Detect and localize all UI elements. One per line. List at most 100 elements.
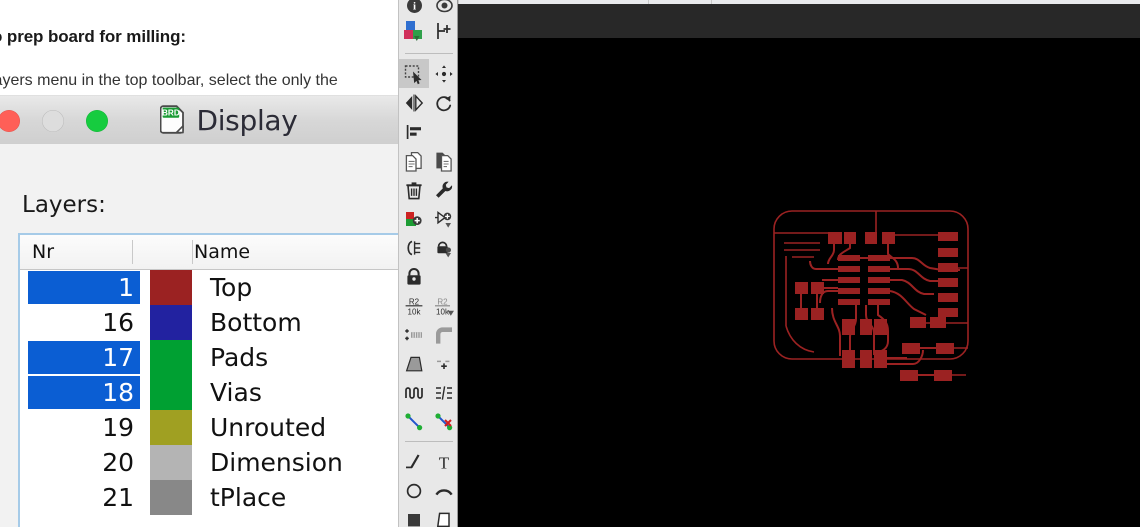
tool-package-lock[interactable] (429, 233, 459, 262)
tool-empty-2 (429, 262, 459, 291)
tool-row-ratsnest (399, 233, 459, 262)
tool-lock[interactable] (399, 262, 429, 291)
svg-text:10k: 10k (436, 307, 450, 316)
layer-number[interactable]: 20 (28, 446, 140, 479)
layer-number[interactable]: 19 (28, 411, 140, 444)
tool-wire[interactable] (399, 447, 429, 476)
tool-meander[interactable] (399, 378, 429, 407)
tool-info-circle[interactable]: i (399, 0, 429, 14)
layer-name[interactable]: Top (210, 270, 252, 305)
table-row[interactable]: 21 tPlace (20, 480, 398, 515)
window-title-group: BRD Display (0, 96, 398, 144)
tool-row-change (399, 117, 459, 146)
tool-circle[interactable] (399, 476, 429, 505)
table-row[interactable]: 16 Bottom (20, 305, 398, 340)
layer-name[interactable]: Unrouted (210, 410, 326, 445)
layer-color-swatch[interactable] (150, 305, 192, 340)
tool-delete-trash[interactable] (399, 175, 429, 204)
column-header-nr[interactable]: Nr (32, 235, 54, 269)
svg-text:i: i (412, 1, 415, 13)
display-window: BRD Display Layers: Nr Name 1 Top 16 Bottom… (0, 96, 398, 527)
window-title: Display (196, 103, 298, 137)
svg-text:R2: R2 (437, 297, 448, 306)
tool-route[interactable] (399, 407, 429, 436)
tool-row-circle (399, 476, 459, 505)
tool-ripup[interactable] (429, 407, 459, 436)
header-divider-1[interactable] (132, 240, 133, 264)
tool-row-lock (399, 262, 459, 291)
brd-file-icon: BRD (160, 104, 186, 136)
tool-row-rect (399, 505, 459, 527)
layer-number[interactable]: 16 (28, 306, 140, 339)
window-body: Layers: Nr Name 1 Top 16 Bottom 17 Pads 18 Vias… (0, 144, 398, 527)
svg-text:10k: 10k (408, 307, 422, 316)
layer-color-swatch[interactable] (150, 270, 192, 305)
tool-row-display (399, 14, 459, 48)
eagle-tool-palette[interactable]: i R2 10k R2 10k T (398, 0, 458, 527)
tool-paste[interactable] (429, 146, 459, 175)
layer-color-swatch[interactable] (150, 340, 192, 375)
tool-mark[interactable] (429, 14, 459, 48)
tool-group-select[interactable] (399, 59, 429, 88)
tool-value-dropdown[interactable]: R2 10k (429, 291, 459, 320)
tool-row-wire: T (399, 447, 459, 476)
tool-name-value[interactable]: R2 10k (399, 291, 429, 320)
tool-mirror[interactable] (399, 88, 429, 117)
tool-text[interactable]: T (429, 447, 459, 476)
screenshot-root: o prep board for milling: layers menu in… (0, 0, 1140, 527)
header-divider-2[interactable] (192, 240, 193, 264)
table-row[interactable]: 17 Pads (20, 340, 398, 375)
tool-row-partial: i (399, 0, 459, 14)
layer-number[interactable]: 1 (28, 271, 140, 304)
tool-split[interactable] (399, 349, 429, 378)
table-row[interactable]: 19 Unrouted (20, 410, 398, 445)
tool-change[interactable] (399, 117, 429, 146)
tool-rect[interactable] (399, 505, 429, 527)
pcb-board-render (770, 198, 990, 398)
tool-grid: i R2 10k R2 10k T (399, 0, 459, 527)
tool-eye-target[interactable] (429, 0, 459, 14)
tool-smash[interactable] (399, 320, 429, 349)
tool-separator-1 (405, 53, 453, 54)
table-row[interactable]: 20 Dimension (20, 445, 398, 480)
layers-table[interactable]: Nr Name 1 Top 16 Bottom 17 Pads 18 Vias 19 Unrout… (18, 233, 398, 527)
tool-row-meander (399, 378, 459, 407)
layer-color-swatch[interactable] (150, 375, 192, 410)
layers-table-body: 1 Top 16 Bottom 17 Pads 18 Vias 19 Unrouted 20 Dime… (20, 270, 398, 515)
svg-text:R2: R2 (409, 297, 420, 306)
tool-miter[interactable] (429, 320, 459, 349)
layer-color-swatch[interactable] (150, 480, 192, 515)
tool-pinswap[interactable] (429, 204, 459, 233)
layer-name[interactable]: Bottom (210, 305, 302, 340)
layer-name[interactable]: Vias (210, 375, 262, 410)
layer-color-swatch[interactable] (150, 445, 192, 480)
pcb-canvas-topbar (458, 0, 1140, 38)
layer-name[interactable]: Dimension (210, 445, 343, 480)
tool-row-add (399, 204, 459, 233)
table-row[interactable]: 1 Top (20, 270, 398, 305)
layer-number[interactable]: 21 (28, 481, 140, 514)
pcb-canvas-hairline (458, 0, 1140, 4)
tool-polygon[interactable] (429, 505, 459, 527)
tool-ratsnest-lines[interactable] (429, 378, 459, 407)
tool-wrench[interactable] (429, 175, 459, 204)
tool-add-part[interactable] (399, 204, 429, 233)
tool-ratsnest[interactable] (399, 233, 429, 262)
tool-rotate[interactable] (429, 88, 459, 117)
column-header-name[interactable]: Name (194, 235, 250, 269)
tool-arc[interactable] (429, 476, 459, 505)
tool-separator-2 (405, 441, 453, 442)
tool-display-layers[interactable] (399, 14, 429, 48)
tool-optimize[interactable] (429, 349, 459, 378)
layer-name[interactable]: tPlace (210, 480, 286, 515)
layer-number[interactable]: 17 (28, 341, 140, 374)
layer-name[interactable]: Pads (210, 340, 268, 375)
tool-move[interactable] (429, 59, 459, 88)
table-row[interactable]: 18 Vias (20, 375, 398, 410)
tool-copy[interactable] (399, 146, 429, 175)
layer-color-swatch[interactable] (150, 410, 192, 445)
layer-number[interactable]: 18 (28, 376, 140, 409)
tool-row-route (399, 407, 459, 436)
svg-text:BRD: BRD (162, 108, 180, 117)
window-titlebar[interactable]: BRD Display (0, 96, 398, 145)
